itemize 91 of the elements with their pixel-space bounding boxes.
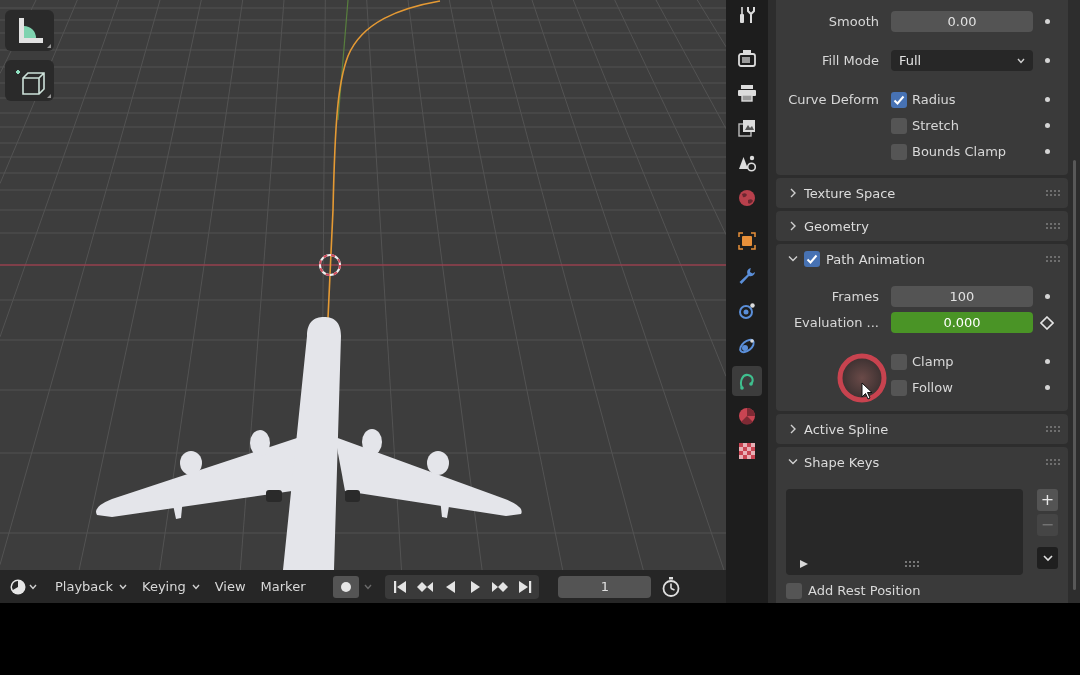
caret-icon[interactable] <box>788 221 798 231</box>
drag-handle-icon[interactable] <box>1046 256 1060 262</box>
screwdriver-wrench-icon <box>738 6 756 24</box>
dot-icon[interactable] <box>1044 149 1050 154</box>
3d-cursor-icon <box>319 254 341 276</box>
globe-icon <box>738 189 756 207</box>
panel-title[interactable]: Geometry <box>804 218 869 234</box>
menu-button[interactable]: Keying <box>136 574 206 599</box>
drag-handle-icon[interactable] <box>1046 426 1060 432</box>
dropdown[interactable]: Full <box>891 50 1033 71</box>
field-label: Evaluation ... <box>793 315 879 330</box>
field-label: Smooth <box>828 14 879 29</box>
dot-icon[interactable] <box>1044 58 1050 63</box>
caret-icon <box>119 583 127 590</box>
dot-icon[interactable] <box>1044 294 1050 299</box>
dot-icon[interactable] <box>1044 123 1050 128</box>
drag-handle-icon[interactable] <box>1046 459 1060 465</box>
number-field[interactable]: 0.00 <box>891 11 1033 32</box>
caret-icon <box>364 583 373 590</box>
caret-icon[interactable] <box>788 188 798 198</box>
dot-icon[interactable] <box>1044 385 1050 390</box>
drag-handle-icon[interactable] <box>1046 190 1060 196</box>
cone-sphere-icon <box>738 154 756 172</box>
corner-triangle-icon <box>47 94 51 98</box>
orbit-dot-icon <box>738 302 756 320</box>
number-field[interactable]: 0.000 <box>891 312 1033 333</box>
field-label: Frames <box>831 289 879 304</box>
mouse-pointer-icon <box>861 382 873 400</box>
checkbox-label[interactable]: Add Rest Position <box>808 583 921 598</box>
menu-button[interactable]: Marker <box>254 574 312 599</box>
click-ring-icon <box>836 352 888 404</box>
checkbox-label[interactable]: Stretch <box>912 118 959 133</box>
caret-icon[interactable] <box>788 255 798 263</box>
wrench-icon <box>738 267 756 285</box>
resize-grip-icon[interactable] <box>904 561 919 567</box>
panel-title[interactable]: Texture Space <box>804 185 896 201</box>
drag-handle-icon[interactable] <box>1046 223 1060 229</box>
scrollbar[interactable] <box>1073 160 1076 590</box>
checkbox-label[interactable]: Follow <box>912 380 953 395</box>
stopwatch-icon[interactable] <box>662 576 681 597</box>
number-field[interactable]: 100 <box>891 286 1033 307</box>
corner-triangle-icon <box>47 44 51 48</box>
panel-title[interactable]: Path Animation <box>826 251 925 267</box>
caret-icon[interactable] <box>788 458 798 466</box>
field-label: Fill Mode <box>822 53 879 68</box>
record-dot-icon <box>341 581 352 592</box>
checkbox[interactable] <box>786 582 802 599</box>
menu-button[interactable]: View <box>208 574 252 599</box>
sphere-icon <box>738 407 756 425</box>
chevron-down-icon <box>1042 554 1053 562</box>
tool-button[interactable] <box>5 10 54 51</box>
skip-start-icon <box>392 578 408 595</box>
checkbox[interactable] <box>891 353 907 370</box>
play-icon <box>800 560 808 568</box>
checkbox[interactable] <box>891 91 907 108</box>
properties-tab[interactable] <box>732 366 762 396</box>
camera-icon <box>738 49 756 67</box>
record-button[interactable] <box>333 575 360 598</box>
square-icon <box>738 232 756 250</box>
caret-icon[interactable] <box>788 424 798 434</box>
checkbox-label[interactable]: Bounds Clamp <box>912 144 1007 159</box>
panel-title[interactable]: Shape Keys <box>804 454 880 470</box>
dot-icon[interactable] <box>1044 359 1050 364</box>
picture-stack-icon <box>738 119 756 137</box>
menu-button[interactable] <box>1037 547 1058 569</box>
printer-icon <box>738 84 756 102</box>
menu-button[interactable]: Playback <box>49 574 133 599</box>
checkbox[interactable] <box>891 143 907 160</box>
caret-icon <box>29 583 37 590</box>
tool-button[interactable] <box>5 60 54 101</box>
orbit-icon <box>738 337 756 355</box>
panel-title[interactable]: Active Spline <box>804 421 889 437</box>
checkmark-icon <box>893 93 905 106</box>
field-label: Curve Deform <box>788 92 879 107</box>
checkbox-label[interactable]: Radius <box>912 92 956 107</box>
dot-icon[interactable] <box>1044 19 1050 24</box>
pie-icon <box>10 578 26 595</box>
keyframe-diamond-icon[interactable] <box>1040 315 1054 330</box>
checkbox[interactable] <box>891 379 907 396</box>
checkbox[interactable] <box>804 251 820 267</box>
caret-icon <box>191 583 200 590</box>
caret-icon <box>1017 57 1025 64</box>
checkbox[interactable] <box>891 117 907 134</box>
frame-number-field[interactable]: 1 <box>558 575 652 598</box>
add-button[interactable]: + <box>1037 489 1058 511</box>
checkbox-label[interactable]: Clamp <box>912 354 954 369</box>
curve-icon <box>738 372 756 390</box>
checkmark-icon <box>806 253 818 265</box>
dot-icon[interactable] <box>1044 97 1050 102</box>
skip-end-icon <box>517 578 533 595</box>
checkerboard-icon <box>738 442 756 460</box>
